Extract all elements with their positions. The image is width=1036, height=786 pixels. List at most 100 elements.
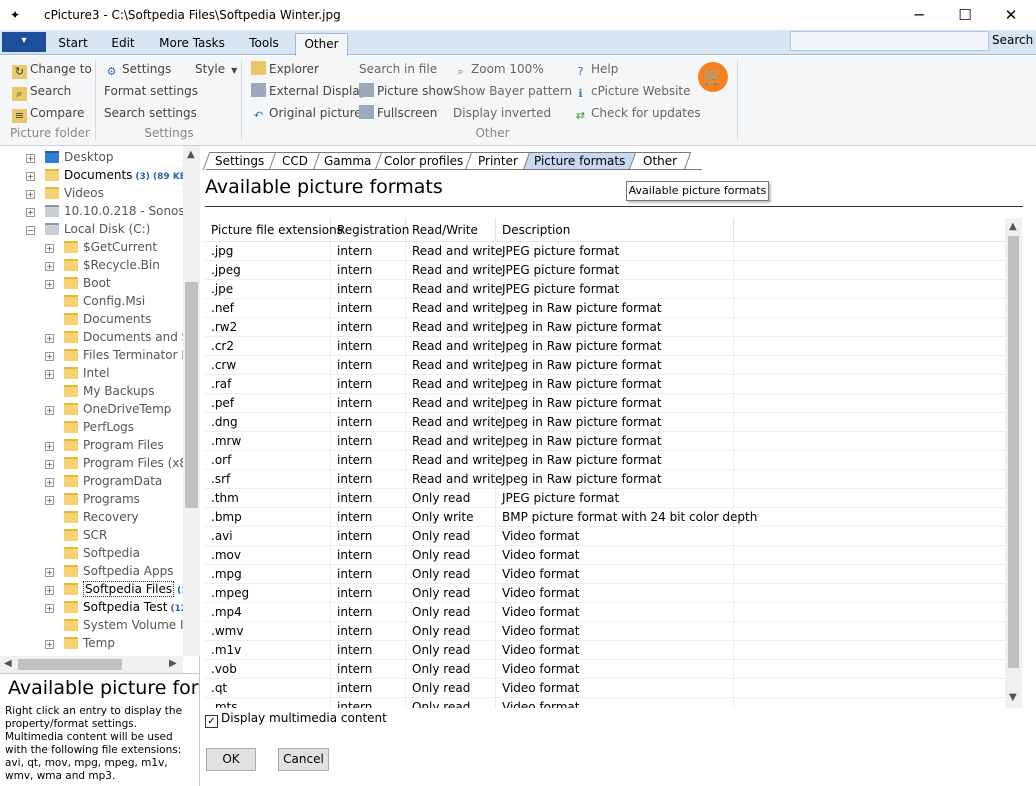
expand-toggle-icon[interactable]: + (45, 370, 54, 379)
file-menu-button[interactable]: ▾ (2, 32, 46, 52)
tree-item[interactable]: +10.10.0.218 - Sonos CO (26, 202, 183, 220)
tree-item[interactable]: Documents (45, 310, 151, 328)
table-row[interactable]: .bmp intern Only write BMP picture format w… (205, 508, 1005, 527)
subtab-color-profiles[interactable]: Color profiles (374, 152, 474, 170)
tree-item[interactable]: Softpedia (45, 544, 140, 562)
tree-item[interactable]: + $Recycle.Bin (45, 256, 160, 274)
tree-item[interactable]: + Temp (45, 634, 115, 652)
expand-toggle-icon[interactable]: + (26, 190, 35, 199)
tree-item[interactable]: +Softpedia Files(18) ( (45, 580, 183, 598)
tree-item[interactable]: + Softpedia Test(12) ( (45, 598, 183, 616)
ok-button[interactable]: OK (206, 748, 256, 771)
expand-toggle-icon[interactable]: + (45, 568, 54, 577)
expand-toggle-icon[interactable]: − (26, 226, 35, 235)
table-row[interactable]: .orf intern Read and write Jpeg in Raw pict… (205, 451, 1005, 470)
table-row[interactable]: .mp4 intern Only read Video format (205, 603, 1005, 622)
expand-toggle-icon[interactable]: + (45, 244, 54, 253)
table-row[interactable]: .thm intern Only read JPEG picture format (205, 489, 1005, 508)
scroll-left-icon[interactable]: ◀ (4, 658, 12, 669)
table-row[interactable]: .cr2 intern Read and write Jpeg in Raw pict… (205, 337, 1005, 356)
expand-toggle-icon[interactable]: + (26, 208, 35, 217)
explorer-button[interactable]: Explorer (251, 60, 319, 78)
tree-item[interactable]: PerfLogs (45, 418, 134, 436)
display-inverted-button[interactable]: Display inverted (453, 104, 551, 122)
cart-icon[interactable]: 🛒 (698, 62, 728, 92)
table-row[interactable]: .jpeg intern Read and write JPEG picture fo… (205, 261, 1005, 280)
tree-item[interactable]: + Videos (26, 184, 104, 202)
expand-toggle-icon[interactable]: + (45, 640, 54, 649)
expand-toggle-icon[interactable]: + (45, 262, 54, 271)
tree-item[interactable]: System Volume Inf (45, 616, 183, 634)
column-header-description[interactable]: Description (496, 218, 734, 242)
check-for-updates-button[interactable]: ⇄ Check for updates (573, 104, 701, 122)
scroll-down-icon[interactable]: ▼ (1009, 692, 1017, 703)
subtab-printer[interactable]: Printer (464, 152, 532, 170)
style-dropdown[interactable]: Style ▼ (195, 60, 237, 78)
tree-item[interactable]: + Documents and Set (45, 328, 183, 346)
tree-item[interactable]: + Desktop (26, 148, 114, 166)
expand-toggle-icon[interactable]: + (45, 586, 54, 595)
tab-tools[interactable]: Tools (238, 33, 290, 55)
table-row[interactable]: .qt intern Only read Video format (205, 679, 1005, 698)
tab-start[interactable]: Start (50, 33, 96, 55)
tab-other[interactable]: Other (295, 33, 348, 56)
settings-button[interactable]: ⚙ Settings (104, 60, 172, 78)
scroll-right-icon[interactable]: ▶ (169, 658, 177, 669)
zoom-100-button[interactable]: ⌕ Zoom 100% (453, 60, 543, 78)
table-row[interactable]: .vob intern Only read Video format (205, 660, 1005, 679)
scrollbar-thumb[interactable] (18, 659, 122, 670)
tree-item[interactable]: + Program Files (x86) (45, 454, 183, 472)
picture-show-button[interactable]: Picture show (359, 82, 453, 100)
tab-edit[interactable]: Edit (100, 33, 146, 55)
change-to-button[interactable]: ↻ Change to (12, 60, 92, 79)
help-button[interactable]: ? Help (573, 60, 619, 78)
column-header-registration[interactable]: Registration (331, 218, 409, 242)
expand-toggle-icon[interactable]: + (26, 172, 35, 181)
expand-toggle-icon[interactable]: + (45, 352, 54, 361)
cpicture-website-button[interactable]: ℹ cPicture Website (573, 82, 690, 100)
scroll-up-icon[interactable]: ▲ (1009, 221, 1017, 232)
expand-toggle-icon[interactable]: + (45, 478, 54, 487)
format-settings-button[interactable]: Format settings (104, 82, 198, 100)
table-row[interactable]: .crw intern Read and write Jpeg in Raw pict… (205, 356, 1005, 375)
scroll-up-icon[interactable]: ▲ (187, 149, 195, 160)
cancel-button[interactable]: Cancel (278, 748, 329, 771)
table-row[interactable]: .jpg intern Read and write JPEG picture for… (205, 242, 1005, 261)
expand-toggle-icon[interactable]: + (45, 334, 54, 343)
table-row[interactable]: .mpg intern Only read Video format (205, 565, 1005, 584)
table-vertical-scrollbar[interactable]: ▲ ▼ (1005, 218, 1022, 708)
close-button[interactable]: ✕ (988, 0, 1034, 30)
column-header-extensions[interactable]: Picture file extensions (205, 218, 343, 242)
tree-item[interactable]: My Backups (45, 382, 155, 400)
search-input[interactable] (790, 31, 989, 51)
tree-item[interactable]: + Documents(3) (89 KB) (26, 166, 183, 184)
expand-toggle-icon[interactable]: + (45, 496, 54, 505)
expand-toggle-icon[interactable]: + (26, 154, 35, 163)
tree-item[interactable]: + Softpedia Apps (45, 562, 174, 580)
scrollbar-thumb[interactable] (185, 282, 198, 508)
scrollbar-thumb[interactable] (1008, 236, 1019, 668)
tree-item[interactable]: + Intel (45, 364, 110, 382)
tab-more-tasks[interactable]: More Tasks (152, 33, 232, 55)
table-row[interactable]: .pef intern Read and write Jpeg in Raw pict… (205, 394, 1005, 413)
original-picture-button[interactable]: ↶ Original picture (251, 104, 362, 122)
tree-item[interactable]: Config.Msi (45, 292, 145, 310)
expand-toggle-icon[interactable]: + (45, 406, 54, 415)
search-button[interactable]: Search (992, 33, 1033, 47)
subtab-gamma[interactable]: Gamma (312, 152, 384, 170)
folder-tree[interactable]: +Desktop+Documents(3) (89 KB)+Videos+10.… (0, 146, 183, 656)
table-row[interactable]: .jpe intern Read and write JPEG picture for… (205, 280, 1005, 299)
tree-item[interactable]: + ProgramData (45, 472, 162, 490)
external-display-button[interactable]: External Display (251, 82, 367, 100)
maximize-button[interactable]: ☐ (942, 0, 988, 30)
table-row[interactable]: .srf intern Read and write Jpeg in Raw pict… (205, 470, 1005, 489)
table-row[interactable]: .rw2 intern Read and write Jpeg in Raw pict… (205, 318, 1005, 337)
table-row[interactable]: .wmv intern Only read Video format (205, 622, 1005, 641)
checkbox-icon[interactable]: ✓ (205, 715, 218, 728)
search-settings-button[interactable]: Search settings (104, 104, 197, 122)
expand-toggle-icon[interactable]: + (45, 460, 54, 469)
expand-toggle-icon[interactable]: + (45, 442, 54, 451)
tree-item[interactable]: SCR (45, 526, 107, 544)
tree-item[interactable]: + $GetCurrent (45, 238, 157, 256)
tree-horizontal-scrollbar[interactable]: ◀ ▶ (0, 656, 183, 673)
